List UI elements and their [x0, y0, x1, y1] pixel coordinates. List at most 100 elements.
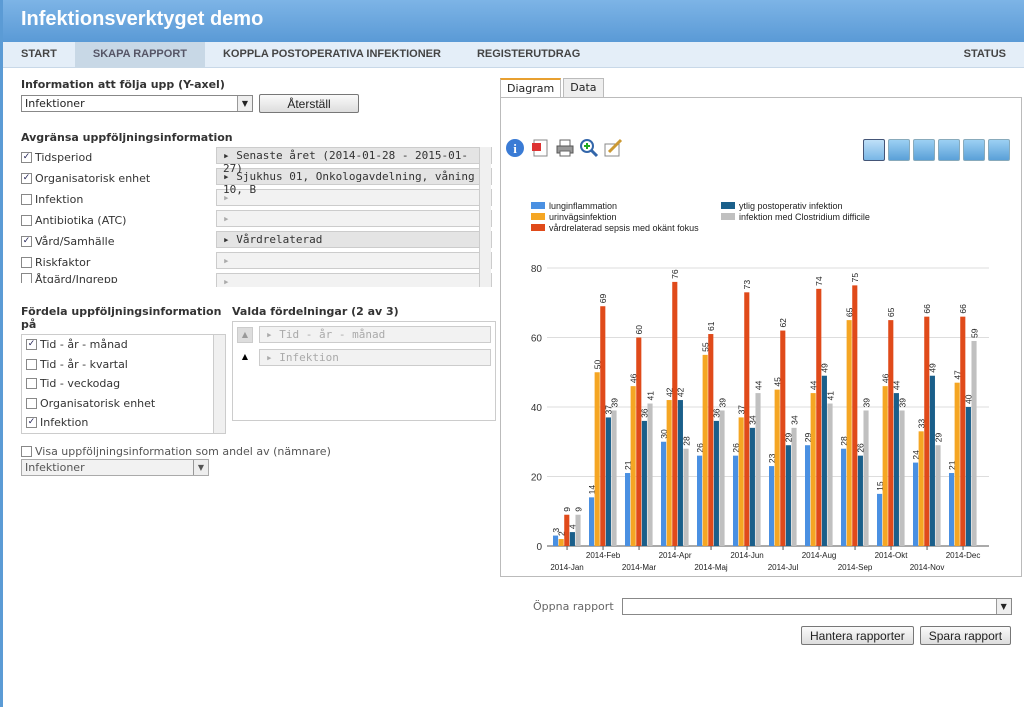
y-tick-label: 20	[531, 473, 543, 484]
print-icon[interactable]	[555, 138, 575, 158]
checkbox[interactable]	[21, 194, 32, 205]
tab-data[interactable]: Data	[563, 78, 604, 97]
bar-value-label: 9	[573, 507, 583, 512]
distribute-item[interactable]: Tid - veckodag	[26, 374, 225, 394]
yaxis-select[interactable]: Infektioner ▼	[21, 95, 253, 112]
app-title: Infektionsverktyget demo	[21, 8, 264, 30]
nav-start[interactable]: START	[3, 42, 75, 68]
open-report-select[interactable]: ▼	[621, 598, 1012, 615]
y-tick-label: 80	[531, 264, 543, 275]
checkbox[interactable]	[21, 445, 32, 457]
diagram-tabs: Diagram Data	[500, 78, 1022, 97]
bar	[575, 514, 581, 546]
distribute-item[interactable]: Organisatorisk enhet	[26, 394, 225, 414]
limit-value-empty[interactable]: ▸	[216, 273, 492, 287]
manage-reports-button[interactable]: Hantera rapporter	[801, 626, 914, 645]
bar-value-label: 41	[645, 391, 655, 401]
bar-value-label: 39	[717, 398, 727, 408]
tab-diagram[interactable]: Diagram	[500, 78, 562, 97]
distribute-item[interactable]: ✓ Infektion	[26, 413, 225, 433]
distribute-item[interactable]: ✓ Tid - år - månad	[26, 335, 225, 355]
yaxis-select-value: Infektioner	[25, 97, 85, 110]
share-label: Visa uppföljningsinformation som andel a…	[35, 444, 331, 458]
limit-item-label: Organisatorisk enhet	[35, 172, 151, 185]
share-select[interactable]: Infektioner ▼	[21, 459, 209, 476]
limit-scrollbar[interactable]	[479, 147, 491, 287]
zoom-icon[interactable]	[579, 138, 599, 158]
reset-button[interactable]: Återställ	[259, 94, 359, 113]
save-report-button[interactable]: Spara rapport	[919, 626, 1012, 645]
bar-value-label: 34	[789, 415, 799, 425]
bar	[841, 448, 847, 546]
area-chart-icon[interactable]	[913, 139, 935, 161]
bar	[924, 316, 930, 546]
bar-value-label: 69	[598, 293, 608, 303]
open-report-label: Öppna rapport	[533, 600, 614, 613]
limit-item[interactable]: ✓ Organisatorisk enhet	[21, 168, 211, 189]
line-chart-icon[interactable]	[888, 139, 910, 161]
checkbox[interactable]	[26, 358, 37, 370]
legend-label: ytlig postoperativ infektion	[739, 201, 843, 211]
bar-value-label: 29	[933, 432, 943, 442]
legend-swatch	[721, 213, 735, 220]
bar-chart-icon[interactable]	[863, 139, 885, 161]
arrow-up-icon[interactable]: ▲	[237, 350, 253, 366]
bar-value-label: 73	[742, 280, 752, 290]
bar	[697, 455, 703, 546]
limit-value-empty[interactable]: ▸	[216, 189, 492, 206]
bar	[611, 410, 617, 546]
column-chart-icon[interactable]	[988, 139, 1010, 161]
limit-value-care[interactable]: ▸ Vårdrelaterad	[216, 231, 492, 248]
checkbox[interactable]	[21, 215, 32, 226]
limit-item-label: Infektion	[35, 193, 84, 206]
checkbox-checked[interactable]: ✓	[21, 236, 32, 247]
bar	[935, 445, 941, 546]
chosen-item[interactable]: ▸ Infektion	[259, 349, 491, 366]
bar-value-label: 44	[892, 380, 902, 390]
limit-item[interactable]: ✓ Vård/Samhälle	[21, 231, 211, 252]
distribute-item-label: Infektion	[40, 416, 89, 430]
nav-status[interactable]: STATUS	[946, 42, 1024, 68]
chevron-down-icon[interactable]: ▼	[193, 460, 208, 475]
bar	[564, 514, 570, 546]
nav-register-extract[interactable]: REGISTERUTDRAG	[459, 42, 598, 68]
chosen-item[interactable]: ▸ Tid - år - månad	[259, 326, 491, 343]
checkbox[interactable]	[26, 397, 37, 409]
distribute-scrollbar[interactable]	[213, 335, 225, 433]
limit-item[interactable]: Antibiotika (ATC)	[21, 210, 211, 231]
bar-value-label: 39	[861, 398, 871, 408]
bar-value-label: 76	[670, 269, 680, 279]
nav-link-postop[interactable]: KOPPLA POSTOPERATIVA INFEKTIONER	[205, 42, 459, 68]
export-pdf-icon[interactable]	[531, 138, 551, 158]
bar-value-label: 66	[922, 304, 932, 314]
chevron-down-icon[interactable]: ▼	[237, 96, 252, 111]
edit-icon[interactable]	[603, 138, 623, 158]
limit-value-empty[interactable]: ▸	[216, 210, 492, 227]
bar	[971, 340, 977, 546]
info-icon[interactable]: i	[505, 138, 525, 158]
checkbox-checked[interactable]: ✓	[26, 339, 37, 351]
checkbox-checked[interactable]: ✓	[21, 152, 32, 163]
distribute-item[interactable]: Tid - år - kvartal	[26, 355, 225, 375]
bar	[713, 420, 719, 546]
limit-value-unit[interactable]: ▸ Sjukhus 01, Onkologavdelning, våning 1…	[216, 168, 492, 196]
chevron-down-icon[interactable]: ▼	[995, 599, 1011, 614]
limit-value-empty[interactable]: ▸	[216, 252, 492, 269]
limit-item[interactable]: Infektion	[21, 189, 211, 210]
checkbox-checked[interactable]: ✓	[21, 173, 32, 184]
limit-item[interactable]: Åtgärd/Ingrepp	[21, 273, 211, 283]
nav-create-report[interactable]: SKAPA RAPPORT	[74, 41, 205, 68]
bar	[929, 375, 935, 546]
checkbox[interactable]	[26, 378, 37, 390]
share-option[interactable]: Visa uppföljningsinformation som andel a…	[21, 443, 499, 459]
bar	[719, 410, 725, 546]
arrow-up-icon[interactable]: ▲	[237, 326, 253, 343]
checkbox[interactable]	[21, 273, 32, 283]
limit-item[interactable]: ✓ Tidsperiod	[21, 147, 211, 168]
pie-chart-icon[interactable]	[938, 139, 960, 161]
stacked-bar-icon[interactable]	[963, 139, 985, 161]
checkbox[interactable]	[21, 257, 32, 268]
limit-value-period[interactable]: ▸ Senaste året (2014-01-28 - 2015-01-27)	[216, 147, 492, 175]
limit-item[interactable]: Riskfaktor	[21, 252, 211, 273]
checkbox-checked[interactable]: ✓	[26, 417, 37, 429]
